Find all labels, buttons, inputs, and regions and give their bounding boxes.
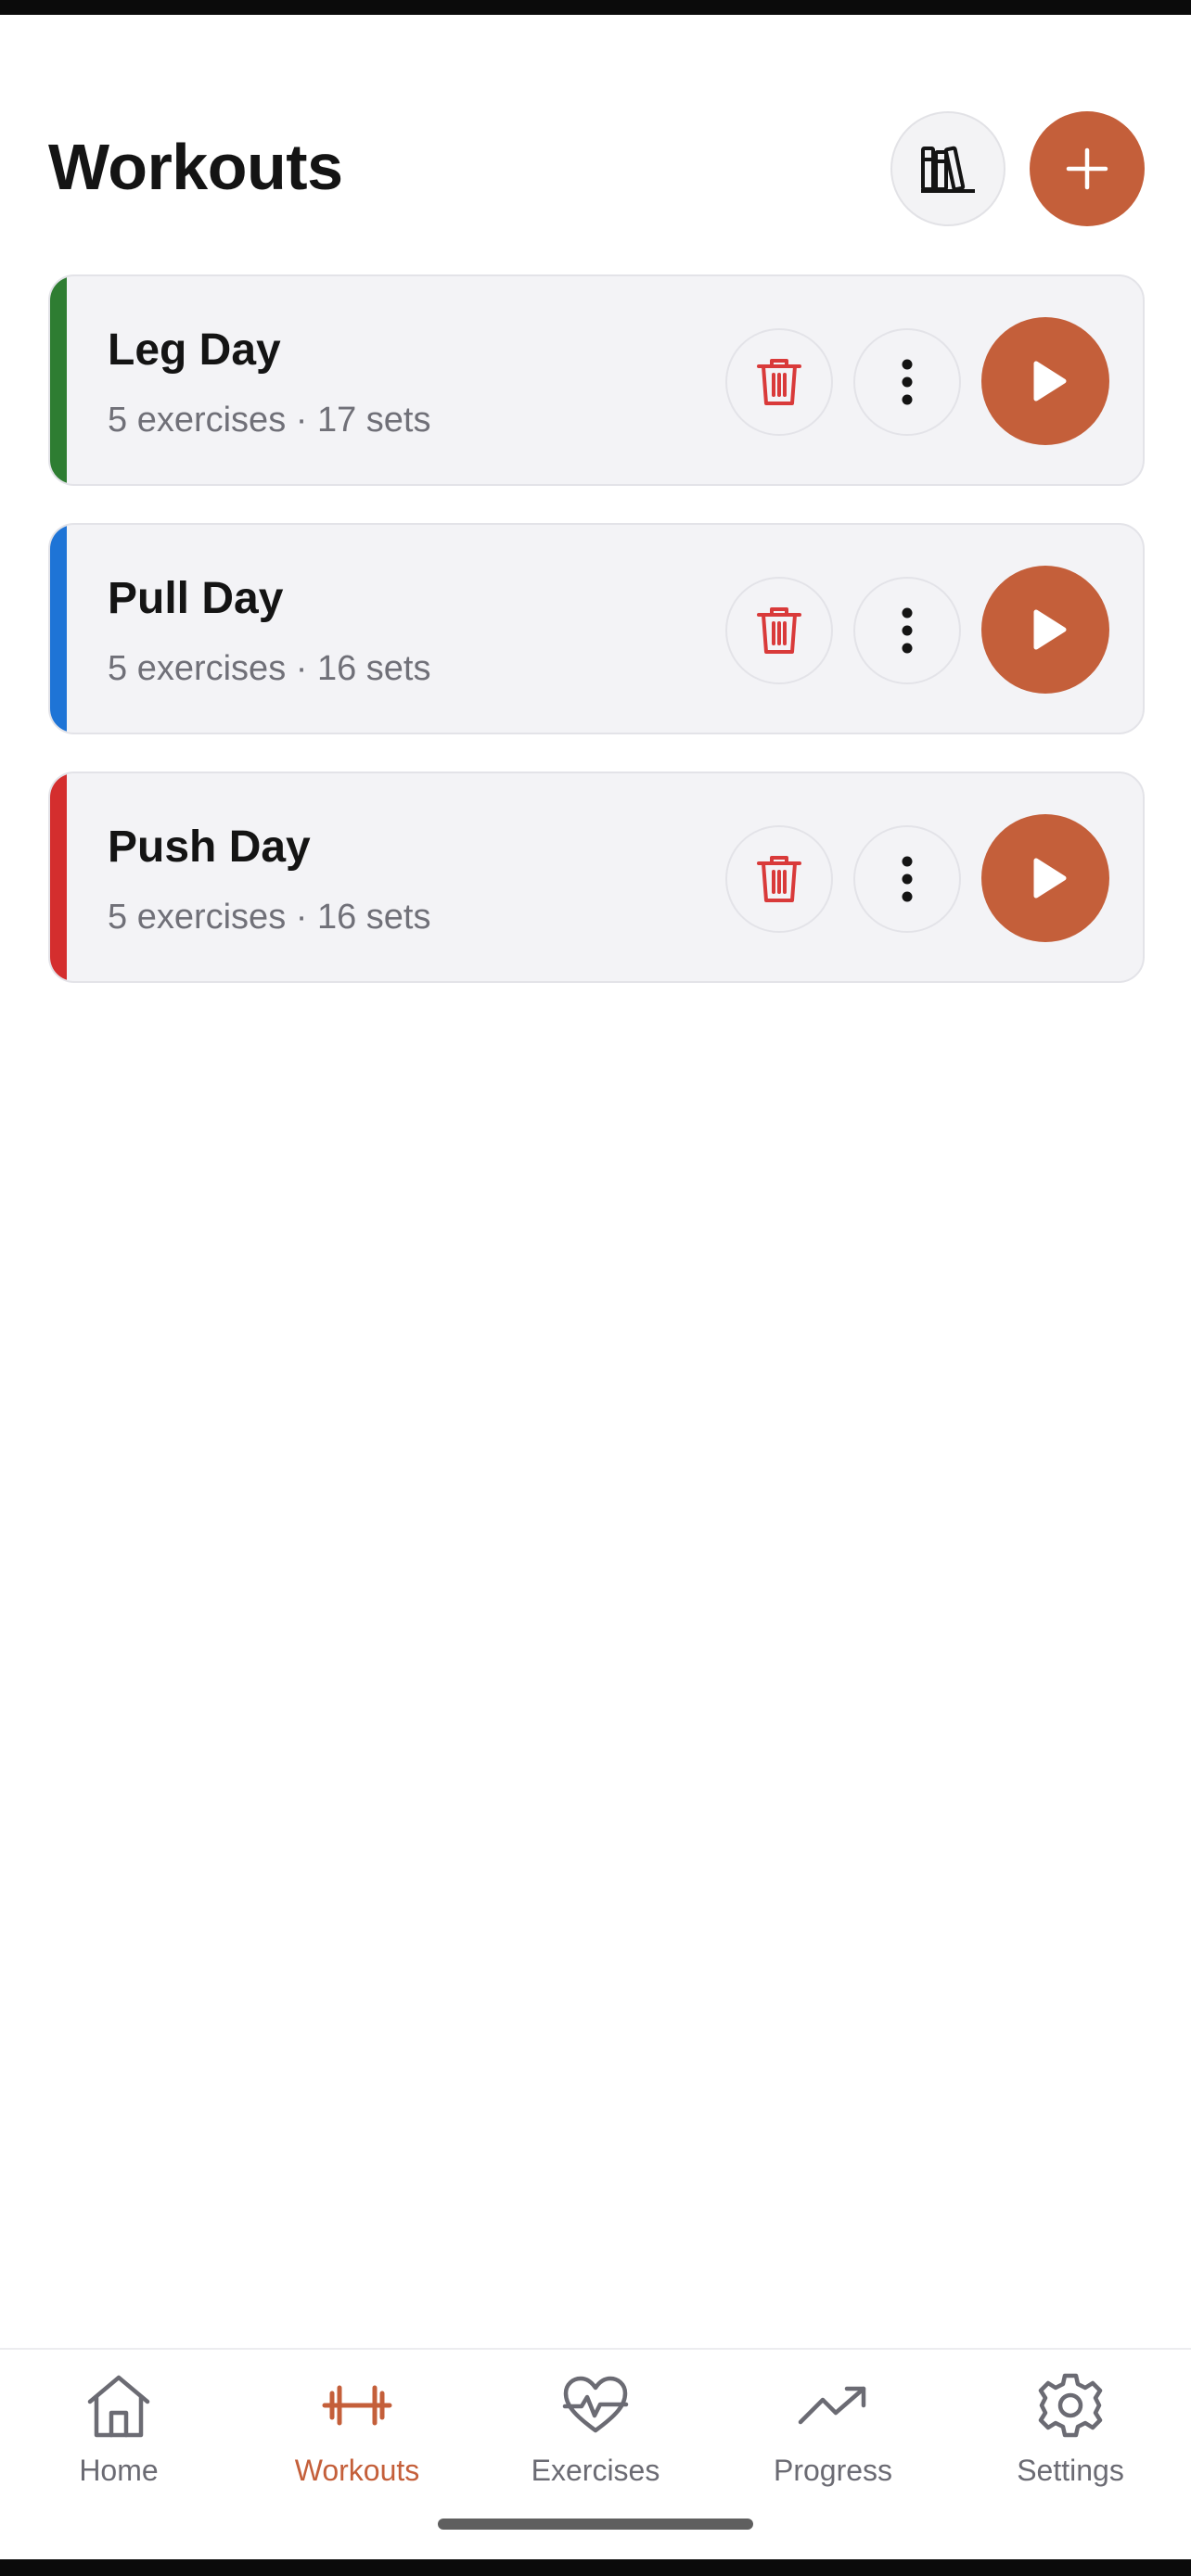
more-vertical-icon <box>901 856 914 902</box>
delete-workout-button[interactable] <box>725 328 833 436</box>
more-options-button[interactable] <box>853 825 961 933</box>
card-accent-bar <box>50 773 67 981</box>
workout-list: Leg Day 5 exercises · 17 sets Pull Day 5 ex… <box>48 274 1145 1020</box>
add-workout-button[interactable] <box>1030 111 1145 226</box>
workout-name: Push Day <box>108 823 311 872</box>
workout-name: Pull Day <box>108 574 284 623</box>
workout-card[interactable]: Pull Day 5 exercises · 16 sets <box>48 523 1145 734</box>
more-vertical-icon <box>901 359 914 405</box>
card-accent-bar <box>50 525 67 733</box>
heart-pulse-icon <box>561 2368 630 2442</box>
play-icon <box>1029 360 1068 402</box>
trash-icon <box>756 605 802 657</box>
workout-summary: 5 exercises · 16 sets <box>108 898 431 937</box>
bottom-edge <box>0 2559 1191 2576</box>
page-title: Workouts <box>48 131 343 203</box>
more-vertical-icon <box>901 607 914 654</box>
tab-settings[interactable]: Settings <box>968 2368 1172 2507</box>
more-options-button[interactable] <box>853 328 961 436</box>
workout-summary: 5 exercises · 17 sets <box>108 401 431 440</box>
tab-label: Settings <box>1017 2454 1124 2487</box>
tab-label: Home <box>79 2454 159 2487</box>
status-bar <box>0 0 1191 15</box>
dumbbell-icon <box>321 2368 393 2442</box>
tab-label: Workouts <box>294 2454 420 2487</box>
home-icon <box>84 2368 153 2442</box>
workout-summary: 5 exercises · 16 sets <box>108 649 431 688</box>
tab-label: Progress <box>773 2454 893 2487</box>
library-icon <box>921 146 975 193</box>
card-accent-bar <box>50 276 67 484</box>
play-icon <box>1029 857 1068 899</box>
delete-workout-button[interactable] <box>725 577 833 684</box>
tab-exercises[interactable]: Exercises <box>493 2368 698 2507</box>
tab-home[interactable]: Home <box>17 2368 221 2507</box>
tab-workouts[interactable]: Workouts <box>255 2368 459 2507</box>
start-workout-button[interactable] <box>981 566 1109 694</box>
plus-icon <box>1066 147 1108 190</box>
home-indicator[interactable] <box>438 2519 753 2530</box>
gear-icon <box>1037 2368 1104 2442</box>
trending-up-icon <box>797 2368 869 2442</box>
tab-label: Exercises <box>531 2454 660 2487</box>
trash-icon <box>756 356 802 408</box>
workouts-screen: Workouts Leg Day 5 exercises · 17 sets Pul… <box>0 0 1191 2576</box>
tab-progress[interactable]: Progress <box>731 2368 935 2507</box>
play-icon <box>1029 608 1068 651</box>
trash-icon <box>756 853 802 905</box>
start-workout-button[interactable] <box>981 317 1109 445</box>
more-options-button[interactable] <box>853 577 961 684</box>
library-button[interactable] <box>890 111 1005 226</box>
workout-card[interactable]: Leg Day 5 exercises · 17 sets <box>48 274 1145 486</box>
delete-workout-button[interactable] <box>725 825 833 933</box>
start-workout-button[interactable] <box>981 814 1109 942</box>
workout-name: Leg Day <box>108 325 281 375</box>
header: Workouts <box>48 111 1145 226</box>
workout-card[interactable]: Push Day 5 exercises · 16 sets <box>48 772 1145 983</box>
